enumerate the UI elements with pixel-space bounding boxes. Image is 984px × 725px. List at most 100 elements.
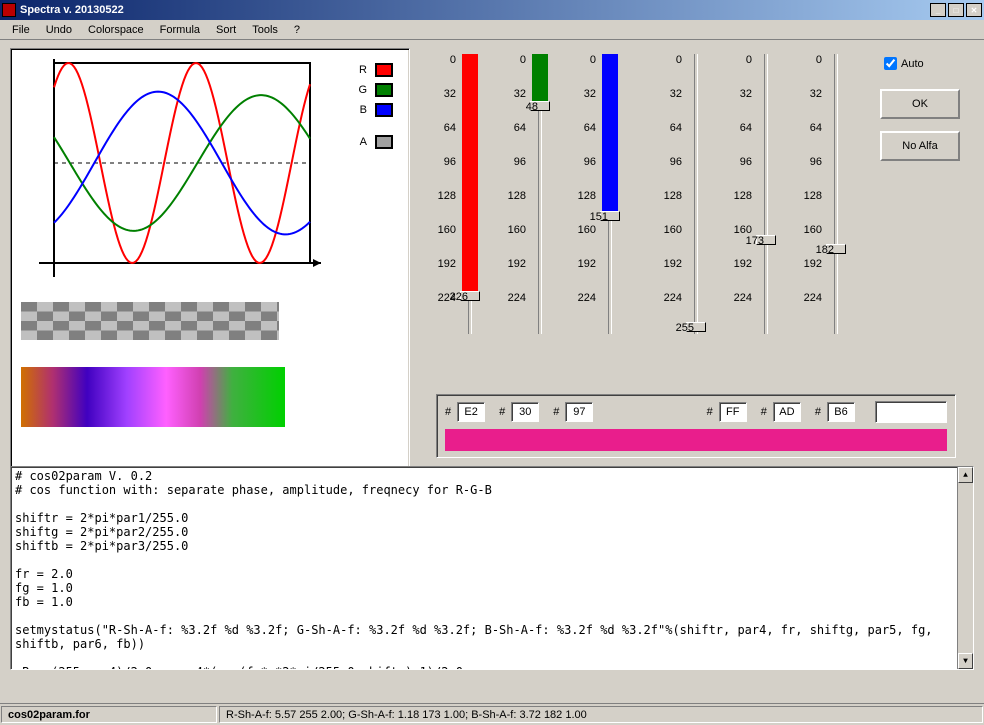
slider-4: 0326496128160192224173 [720, 48, 790, 472]
slider-value: 255 [676, 322, 694, 334]
tick: 0 [746, 54, 752, 66]
menu-?[interactable]: ? [288, 22, 306, 38]
status-bar: cos02param.for R-Sh-A-f: 5.57 255 2.00; … [0, 703, 984, 725]
slider-5: 0 32 64 96 128 160 192 224 182 [790, 48, 860, 472]
tick: 32 [670, 88, 682, 100]
tick: 224 [664, 292, 682, 304]
window-title: Spectra v. 20130522 [20, 4, 930, 16]
tick: 192 [508, 258, 526, 270]
slider-track[interactable]: 48 [530, 54, 560, 334]
tick: 192 [664, 258, 682, 270]
gradient-preview [21, 367, 285, 427]
tick: 224 [804, 292, 822, 304]
tick: 224 [578, 292, 596, 304]
tick: 128 [438, 190, 456, 202]
tick: 0 [816, 54, 822, 66]
slider-3: 0 32 64 96 128 160 192 224 255 [650, 48, 720, 472]
slider-value: 173 [746, 235, 764, 247]
menu-bar: FileUndoColorspaceFormulaSortTools? [0, 20, 984, 40]
tick: 64 [514, 122, 526, 134]
tick: 96 [584, 156, 596, 168]
tick: 160 [804, 224, 822, 236]
maximize-button[interactable]: □ [948, 3, 964, 17]
tick: 96 [514, 156, 526, 168]
tick: 96 [810, 156, 822, 168]
scroll-up-icon[interactable]: ▲ [958, 467, 973, 483]
slider-1: 0 32 64 96 128 160 192 224 48 [494, 48, 564, 472]
status-filename: cos02param.for [1, 706, 217, 723]
scrollbar[interactable]: ▲ ▼ [957, 467, 973, 669]
tick: 192 [734, 258, 752, 270]
formula-text[interactable]: # cos02param V. 0.2 # cos function with:… [15, 469, 969, 670]
tick: 64 [740, 122, 752, 134]
tick: 64 [444, 122, 456, 134]
tick: 64 [810, 122, 822, 134]
no-alfa-button[interactable]: No Alfa [880, 131, 960, 161]
minimize-button[interactable]: _ [930, 3, 946, 17]
tick: 64 [670, 122, 682, 134]
hex-combined[interactable] [875, 401, 947, 423]
slider-value: 182 [816, 244, 834, 256]
tick: 96 [444, 156, 456, 168]
app-icon [2, 3, 16, 17]
formula-editor[interactable]: # cos02param V. 0.2 # cos function with:… [10, 466, 974, 670]
legend-G: G [353, 83, 395, 97]
menu-formula[interactable]: Formula [154, 22, 206, 38]
menu-file[interactable]: File [6, 22, 36, 38]
tick: 192 [438, 258, 456, 270]
menu-colorspace[interactable]: Colorspace [82, 22, 150, 38]
tick: 160 [508, 224, 526, 236]
legend-R: R [353, 63, 395, 77]
tick: 0 [450, 54, 456, 66]
tick: 128 [578, 190, 596, 202]
tick: 0 [676, 54, 682, 66]
tick: 160 [438, 224, 456, 236]
slider-0: 0326496128160192224226 [424, 48, 494, 472]
tick: 0 [590, 54, 596, 66]
legend: RGB A [345, 59, 395, 461]
tick: 96 [740, 156, 752, 168]
tick: 0 [520, 54, 526, 66]
tick: 32 [810, 88, 822, 100]
tick: 128 [804, 190, 822, 202]
auto-checkbox[interactable] [884, 57, 897, 70]
tick: 224 [508, 292, 526, 304]
tick: 96 [670, 156, 682, 168]
slider-track[interactable]: 255 [686, 54, 716, 334]
slider-value: 226 [450, 291, 468, 303]
slider-track[interactable]: 182 [826, 54, 856, 334]
wave-plot [21, 59, 327, 281]
scroll-down-icon[interactable]: ▼ [958, 653, 973, 669]
tick: 160 [664, 224, 682, 236]
close-button[interactable]: ✕ [966, 3, 982, 17]
slider-value: 48 [526, 101, 538, 113]
slider-track[interactable]: 226 [460, 54, 490, 334]
checker-preview [21, 302, 279, 340]
legend-B: B [353, 103, 395, 117]
tick: 224 [734, 292, 752, 304]
legend-A: A [353, 135, 395, 149]
tick: 32 [740, 88, 752, 100]
slider-2: 0 32 64 96 128 160 192 224 151 [564, 48, 634, 472]
slider-track[interactable]: 151 [600, 54, 630, 334]
tick: 64 [584, 122, 596, 134]
tick: 192 [804, 258, 822, 270]
tick: 192 [578, 258, 596, 270]
menu-sort[interactable]: Sort [210, 22, 242, 38]
status-message: R-Sh-A-f: 5.57 255 2.00; G-Sh-A-f: 1.18 … [219, 706, 983, 723]
tick: 160 [578, 224, 596, 236]
auto-label: Auto [901, 58, 924, 70]
slider-value: 151 [590, 211, 608, 223]
tick: 128 [664, 190, 682, 202]
tick: 128 [734, 190, 752, 202]
tick: 32 [514, 88, 526, 100]
menu-undo[interactable]: Undo [40, 22, 78, 38]
ok-button[interactable]: OK [880, 89, 960, 119]
slider-track[interactable]: 173 [756, 54, 786, 334]
preview-panel: RGB A [10, 48, 410, 472]
tick: 32 [444, 88, 456, 100]
menu-tools[interactable]: Tools [246, 22, 284, 38]
tick: 128 [508, 190, 526, 202]
tick: 32 [584, 88, 596, 100]
title-bar: Spectra v. 20130522 _ □ ✕ [0, 0, 984, 20]
